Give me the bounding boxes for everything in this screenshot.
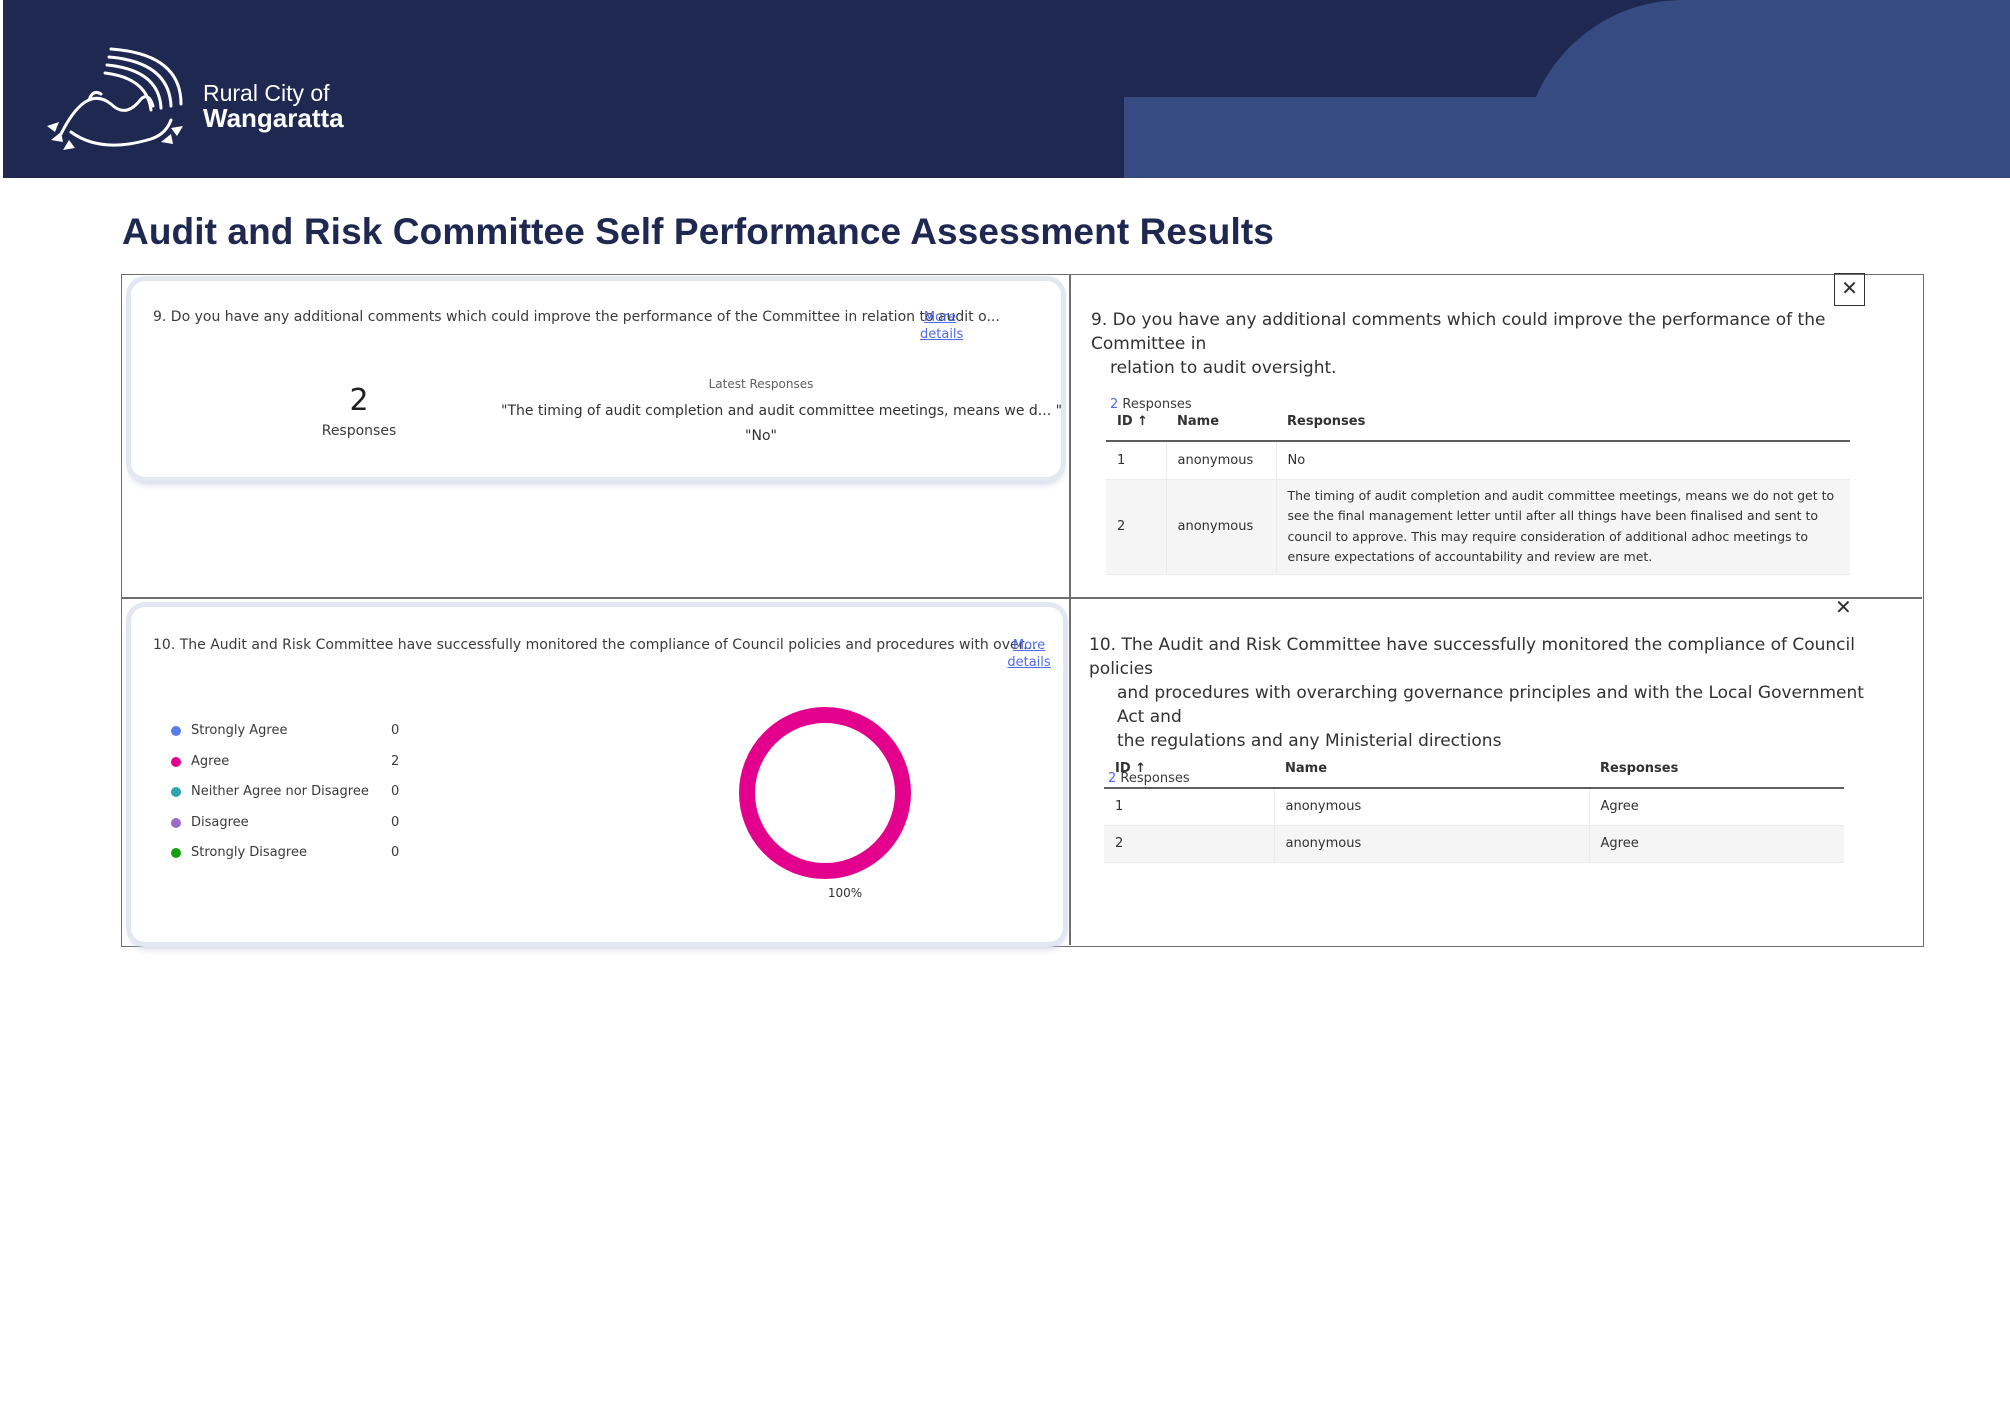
header-banner: Rural City of Wangaratta xyxy=(3,0,2010,178)
legend-label: Strongly Disagree xyxy=(191,845,307,860)
q9-question-text: 9. Do you have any additional comments w… xyxy=(153,309,1000,325)
cell-name: anonymous xyxy=(1166,441,1277,480)
legend-label: Agree xyxy=(191,753,230,769)
column-header-id[interactable]: ID ↑ xyxy=(1104,750,1274,789)
table-row[interactable]: 1 anonymous No xyxy=(1106,441,1850,480)
table-row[interactable]: 2 anonymous Agree xyxy=(1104,825,1844,863)
more-details-line2: details xyxy=(920,327,964,342)
q10-summary-card[interactable]: 10. The Audit and Risk Committee have su… xyxy=(131,607,1063,942)
donut-chart[interactable] xyxy=(735,703,915,883)
legend-value: 2 xyxy=(391,753,400,769)
org-line-2: Wangaratta xyxy=(203,103,344,134)
chart-legend: Strongly Agree 0 Agree 2 Neither Agree n… xyxy=(171,723,411,876)
q10-detail-title: 10. The Audit and Risk Committee have su… xyxy=(1089,633,1889,753)
donut-slice-agree[interactable] xyxy=(739,707,911,879)
table-row[interactable]: 1 anonymous Agree xyxy=(1104,788,1844,826)
legend-value: 0 xyxy=(391,845,400,860)
cell-name: anonymous xyxy=(1274,788,1590,826)
latest-response: "No" xyxy=(745,428,777,444)
q10-responses-table: ID ↑ Name Responses 1 anonymous Agree 2 … xyxy=(1104,750,1844,863)
cell-response: Agree xyxy=(1589,825,1844,863)
wangaratta-lyrebird-logo xyxy=(47,47,183,150)
grid-divider xyxy=(1069,275,1071,945)
legend-label: Strongly Agree xyxy=(191,723,288,738)
banner-decoration xyxy=(1124,97,2010,178)
cell-name: anonymous xyxy=(1166,479,1277,575)
legend-label: Neither Agree nor Disagree xyxy=(191,784,369,799)
results-grid: 9. Do you have any additional comments w… xyxy=(121,273,1924,947)
legend-swatch xyxy=(171,726,181,736)
org-line-1: Rural City of xyxy=(203,80,330,106)
more-details-line2: details xyxy=(1007,655,1051,670)
q9-response-count: 2 xyxy=(349,383,369,418)
legend-item[interactable]: Agree 2 xyxy=(171,754,411,785)
legend-item[interactable]: Strongly Agree 0 xyxy=(171,723,411,754)
legend-swatch xyxy=(171,817,181,828)
q9-more-details-link[interactable]: More details xyxy=(920,309,964,343)
legend-swatch xyxy=(171,787,181,797)
legend-item[interactable]: Strongly Disagree 0 xyxy=(171,845,411,876)
more-details-line1: More xyxy=(1012,638,1046,653)
legend-item[interactable]: Disagree 0 xyxy=(171,815,411,846)
latest-response: "The timing of audit completion and audi… xyxy=(501,403,1063,419)
close-icon[interactable]: ✕ xyxy=(1835,597,1852,617)
legend-value: 0 xyxy=(391,784,400,799)
grid-divider xyxy=(122,597,1922,599)
organisation-name: Rural City of Wangaratta xyxy=(203,80,344,134)
cell-id: 2 xyxy=(1106,479,1167,575)
q9-responses-table: ID ↑ Name Responses 1 anonymous No 2 ano… xyxy=(1106,403,1850,575)
legend-swatch xyxy=(171,848,181,858)
cell-response: The timing of audit completion and audit… xyxy=(1276,479,1850,575)
q9-detail-pane: 9. Do you have any additional comments w… xyxy=(1091,308,1871,412)
legend-label: Disagree xyxy=(191,814,249,830)
q9-detail-title: 9. Do you have any additional comments w… xyxy=(1091,308,1871,380)
donut-slice-label: 100% xyxy=(827,886,863,900)
q9-response-count-label: Responses xyxy=(321,423,397,439)
q10-more-details-link[interactable]: More details xyxy=(1007,637,1051,671)
q10-question-text: 10. The Audit and Risk Committee have su… xyxy=(153,637,1037,653)
cell-response: Agree xyxy=(1589,788,1844,826)
column-header-responses[interactable]: Responses xyxy=(1589,750,1844,789)
legend-value: 0 xyxy=(391,814,400,830)
close-icon[interactable]: ✕ xyxy=(1834,273,1865,306)
cell-name: anonymous xyxy=(1274,825,1590,863)
q9-title-line: 9. Do you have any additional comments w… xyxy=(1091,310,1826,354)
cell-id: 1 xyxy=(1104,788,1275,826)
column-header-name[interactable]: Name xyxy=(1166,403,1276,442)
more-details-line1: More xyxy=(923,310,957,325)
column-header-id[interactable]: ID ↑ xyxy=(1106,403,1166,442)
column-header-name[interactable]: Name xyxy=(1274,750,1589,789)
q10-title-line: 10. The Audit and Risk Committee have su… xyxy=(1089,635,1855,679)
table-row[interactable]: 2 anonymous The timing of audit completi… xyxy=(1106,479,1850,575)
latest-responses-heading: Latest Responses xyxy=(708,377,814,391)
cell-id: 2 xyxy=(1104,825,1275,863)
q9-title-line: relation to audit oversight. xyxy=(1110,358,1337,378)
legend-item[interactable]: Neither Agree nor Disagree 0 xyxy=(171,784,411,815)
column-header-responses[interactable]: Responses xyxy=(1276,403,1850,442)
page-title: Audit and Risk Committee Self Performanc… xyxy=(122,211,1274,252)
legend-value: 0 xyxy=(391,723,400,738)
legend-swatch xyxy=(171,756,181,767)
q10-title-line: and procedures with overarching governan… xyxy=(1117,683,1864,727)
cell-response: No xyxy=(1276,441,1850,480)
cell-id: 1 xyxy=(1106,441,1167,480)
q9-summary-card[interactable]: 9. Do you have any additional comments w… xyxy=(131,281,1063,477)
